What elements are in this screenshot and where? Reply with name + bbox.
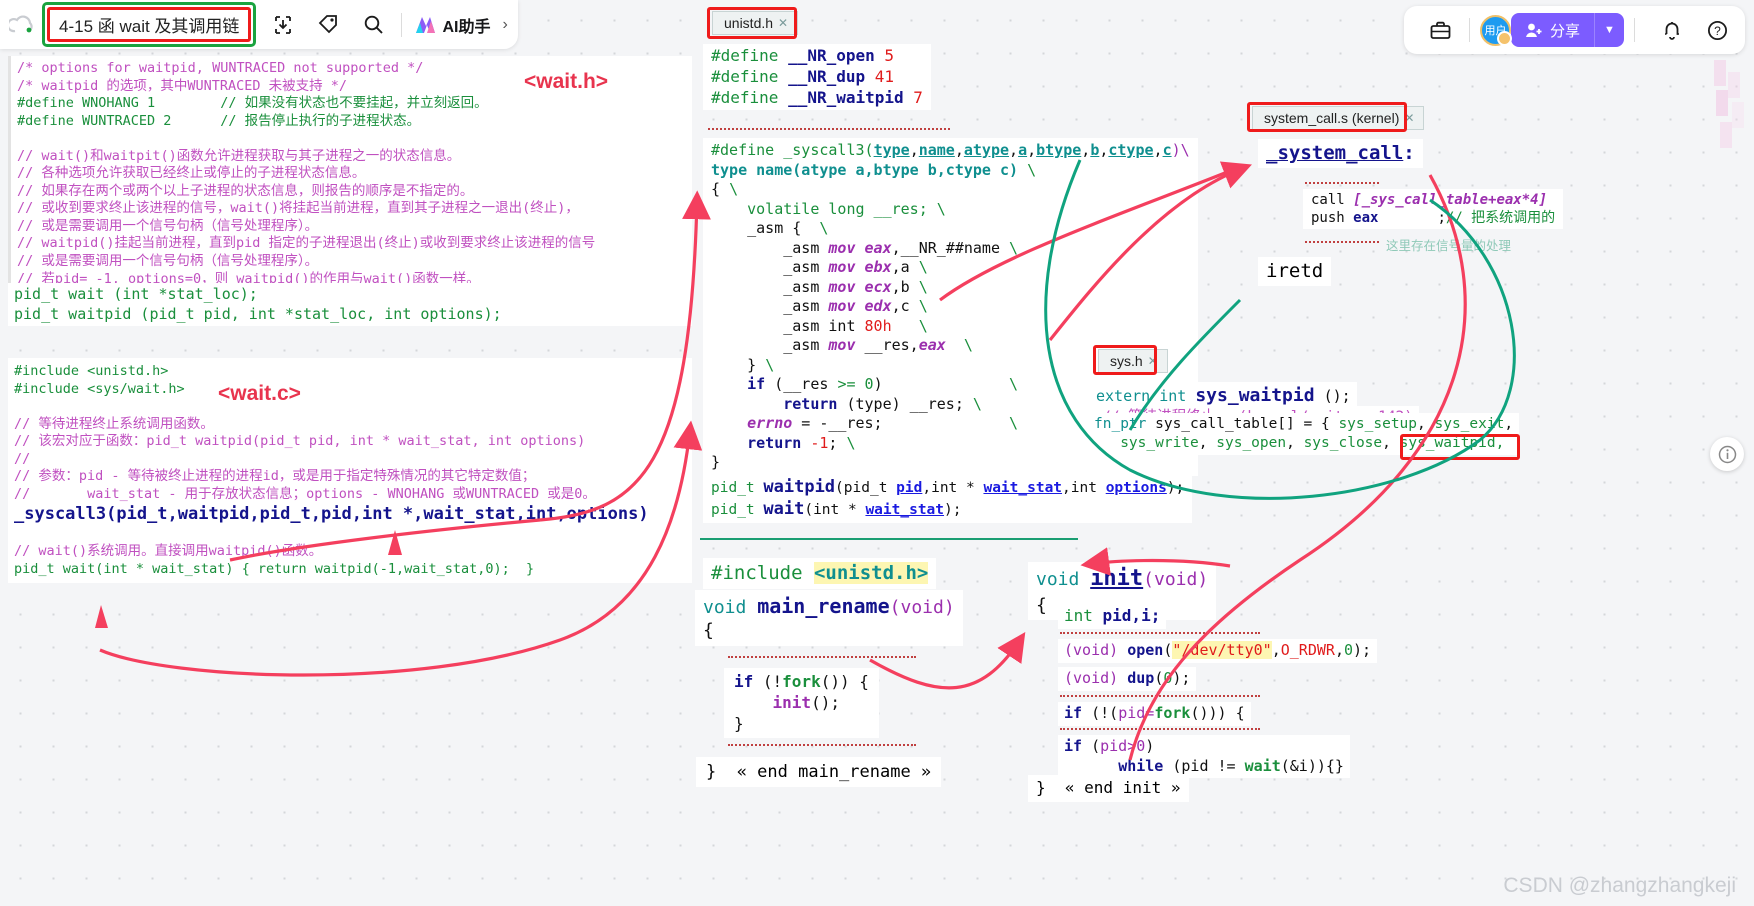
wait-h-line-6: // 各种选项允许获取已经终止或停止的子进程状态信息。	[17, 165, 366, 182]
chevron-right-icon[interactable]: ›	[502, 16, 507, 34]
wait-c-wait-comment: // wait()系统调用。直接调用waitpid()函数。	[14, 543, 323, 560]
top-toolbar-left: 4-15 函 wait 及其调用链 AI助手 ›	[0, 0, 518, 49]
wait-c-comment-2: //	[14, 450, 31, 467]
briefcase-icon[interactable]	[1423, 12, 1459, 48]
tag-icon[interactable]	[310, 7, 346, 43]
share-button[interactable]: 分享	[1510, 13, 1594, 47]
wait-c-comment-3: // 参数：pid - 等待被终止进程的进程id，或是用于指定特殊情况的其它特定…	[14, 468, 536, 485]
divider-dotted-3	[728, 744, 916, 746]
sys-call-table: fn_ptr sys_call_table[] = { sys_setup, s…	[1088, 413, 1520, 455]
divider-dotted-8	[1060, 695, 1260, 697]
tab-sys-h[interactable]: sys.h ✕	[1098, 349, 1168, 373]
wait-decl-1: pid_t waitpid (pid_t pid, int *stat_loc,…	[14, 304, 502, 323]
svg-text:?: ?	[1714, 24, 1721, 38]
close-icon-2[interactable]: ✕	[1404, 111, 1414, 125]
help-icon[interactable]: ?	[1699, 12, 1735, 48]
tab-system-call-s[interactable]: system_call.s (kernel) ✕	[1252, 106, 1425, 130]
wait-h-line-10: // waitpid()挂起当前进程，直到pid 指定的子进程退出(终止)或收到…	[17, 235, 596, 252]
wait-h-line-9: // 或是需要调用一个信号句柄（信号处理程序）。	[17, 217, 319, 234]
tab-sys-h-label: sys.h	[1110, 353, 1143, 369]
wait-h-code-panel: /* options for waitpid, WUNTRACED not su…	[8, 56, 692, 310]
tab-unistd-h-label: unistd.h	[724, 15, 774, 31]
divider-dotted-2	[728, 656, 916, 658]
close-icon[interactable]: ✕	[778, 16, 788, 30]
main-rename-signature: void main_rename(void) {	[695, 590, 963, 646]
doc-title-green-highlight: 4-15 函 wait 及其调用链	[42, 2, 257, 47]
bell-icon[interactable]	[1654, 12, 1690, 48]
wait-c-wait-impl: pid_t wait(int * wait_stat) { return wai…	[14, 560, 535, 577]
sys-waitpid-token: sys_waitpid,	[1399, 434, 1505, 451]
wait-h-line-11: // 或是需要调用一个信号句柄（信号处理程序）。	[17, 253, 319, 270]
decorative-corner	[1714, 60, 1744, 148]
wait-h-line-0: /* options for waitpid, WUNTRACED not su…	[17, 60, 424, 76]
wait-h-line-3: #define WUNTRACED 2 // 报告停止执行的子进程状态。	[17, 112, 421, 129]
init-fork-if: if (!(pid=fork())) {	[1058, 702, 1251, 726]
tab-unistd-h[interactable]: unistd.h ✕	[712, 11, 799, 35]
ai-assistant-button[interactable]: AI助手	[414, 13, 490, 37]
wait-c-code-panel: #include <unistd.h> #include <sys/wait.h…	[8, 358, 692, 584]
ai-assistant-label: AI助手	[442, 18, 491, 36]
ai-logo-icon	[416, 16, 436, 33]
system-call-body: call [_sys_call_table+eax*4] push eax ;/…	[1303, 189, 1564, 230]
wait-c-syscall3-line: _syscall3(pid_t,waitpid,pid_t,pid,int *,…	[14, 504, 649, 525]
wait-h-line-1: /* waitpid 的选项，其中WUNTRACED 未被支持 */	[17, 77, 348, 94]
app-logo-icon[interactable]	[6, 8, 40, 42]
wait-h-line-2: #define WNOHANG 1 // 如果没有状态也不要挂起，并立刻返回。	[17, 95, 488, 112]
add-user-icon	[1525, 23, 1542, 37]
toolbar-divider-3	[1634, 18, 1635, 42]
watermark: CSDN @zhangzhangkeji	[1503, 874, 1736, 897]
divider-dotted-9	[1060, 728, 1260, 730]
init-end: } « end init »	[1028, 775, 1189, 802]
top-toolbar-right: 用户 分享 ▼ ?	[1403, 6, 1745, 54]
main-rename-include: #include <unistd.h>	[703, 558, 937, 589]
main-rename-fork-block: if (!fork()) { init(); }	[724, 668, 879, 739]
search-icon[interactable]	[355, 7, 391, 43]
wait-h-line-7: // 如果存在两个或两个以上子进程的状态信息，则报告的顺序是不指定的。	[17, 182, 474, 199]
divider-dotted-1	[708, 128, 950, 130]
unistd-defines: #define __NR_open 5 #define __NR_dup 41 …	[703, 44, 931, 111]
divider-dotted-4	[1305, 182, 1379, 184]
unistd-prototypes: pid_t waitpid(pid_t pid,int * wait_stat,…	[703, 473, 1193, 524]
semaphore-note: 这里存在信号量的处理	[1386, 239, 1512, 253]
init-dup-call: (void) dup(0);	[1058, 667, 1197, 691]
share-dropdown-button[interactable]: ▼	[1594, 13, 1624, 47]
divider-dotted-5	[1305, 241, 1379, 243]
main-rename-end: } « end main_rename »	[696, 757, 942, 788]
toolbar-divider-2	[1468, 18, 1470, 42]
wait-h-declarations: pid_t wait (int *stat_loc); pid_t waitpi…	[8, 283, 692, 326]
divider-dotted-7	[1060, 632, 1260, 634]
divider-solid-green	[700, 538, 1078, 540]
wait-h-line-5: // wait()和waitpit()函数允许进程获取与其子进程之一的状态信息。	[17, 147, 461, 164]
avatar[interactable]: 用户	[1479, 14, 1512, 46]
wait-c-comment-0: // 等待进程终止系统调用函数。	[14, 415, 214, 432]
close-icon-3[interactable]: ✕	[1148, 354, 1158, 368]
info-icon[interactable]	[1710, 437, 1744, 471]
system-call-label: _system_call:	[1258, 139, 1423, 168]
tab-system-call-s-label: system_call.s (kernel)	[1264, 110, 1400, 126]
download-icon[interactable]	[265, 7, 301, 43]
share-label: 分享	[1549, 22, 1580, 40]
wait-c-comment-1: // 该宏对应于函数：pid_t waitpid(pid_t pid, int …	[14, 433, 586, 450]
doc-title[interactable]: 4-15 函 wait 及其调用链	[47, 7, 252, 42]
wait-decl-0: pid_t wait (int *stat_loc);	[14, 285, 258, 303]
wait-h-line-8: // 或收到要求终止该进程的信号，wait()将挂起当前进程，直到其子进程之一退…	[17, 200, 579, 217]
toolbar-divider	[401, 12, 403, 37]
system-call-iretd: iretd	[1258, 257, 1332, 286]
init-pid-if: if (pid>0) while (pid != wait(&i)){}	[1058, 735, 1350, 778]
wait-c-include-0: #include <unistd.h>	[14, 363, 169, 379]
wait-c-include-1: #include <sys/wait.h>	[14, 380, 185, 397]
init-open-call: (void) open("/dev/tty0",O_RDWR,0);	[1058, 639, 1378, 663]
wait-h-label: <wait.h>	[524, 70, 609, 93]
init-var-decl: int pid,i;	[1058, 604, 1167, 629]
wait-c-comment-4: // wait_stat - 用于存放状态信息；options - WNOHAN…	[14, 485, 596, 502]
wait-c-label: <wait.c>	[218, 382, 301, 405]
